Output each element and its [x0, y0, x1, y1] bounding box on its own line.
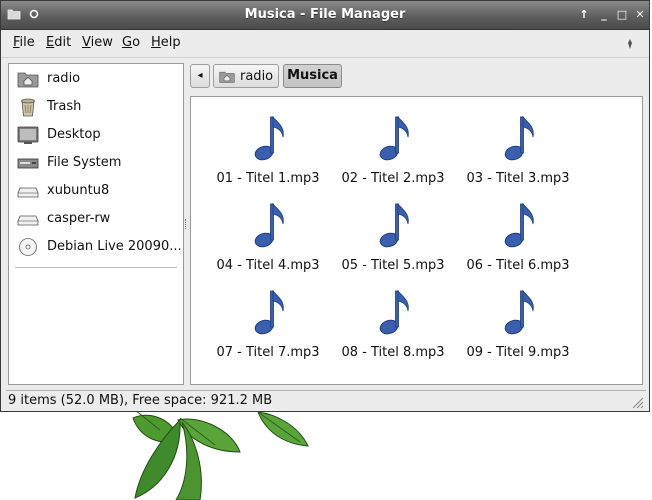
file-item[interactable]: 07 - Titel 7.mp3 — [208, 279, 328, 365]
file-item[interactable]: 02 - Titel 2.mp3 — [333, 105, 453, 191]
title-bar[interactable]: Musica - File Manager ↑ _ □ ✕ — [1, 1, 649, 30]
minimize-button[interactable]: _ — [597, 8, 611, 22]
trash-icon — [21, 98, 35, 117]
sidebar-item-filesystem[interactable]: File System — [9, 150, 183, 176]
leaf-decoration — [132, 409, 309, 500]
audio-file-icon — [504, 115, 534, 161]
file-item[interactable]: 06 - Titel 6.mp3 — [458, 192, 578, 278]
drive-icon — [17, 187, 39, 198]
file-name: 07 - Titel 7.mp3 — [216, 345, 320, 360]
audio-file-icon — [379, 115, 409, 161]
file-item[interactable]: 09 - Titel 9.mp3 — [458, 279, 578, 365]
sidebar-item-xubuntu8[interactable]: xubuntu8 — [9, 178, 183, 204]
sidebar-item-casper-rw[interactable]: casper-rw — [9, 206, 183, 232]
audio-file-icon — [254, 289, 284, 335]
resize-grip-icon[interactable] — [630, 395, 644, 409]
home-folder-icon — [17, 72, 39, 88]
above-button[interactable]: ↑ — [577, 8, 591, 22]
menu-bar: File Edit View Go Help — [1, 30, 649, 58]
maximize-button[interactable]: □ — [615, 8, 629, 22]
menu-go[interactable]: Go — [122, 35, 140, 50]
file-item[interactable]: 08 - Titel 8.mp3 — [333, 279, 453, 365]
file-manager-window: Musica - File Manager ↑ _ □ ✕ File Edit … — [0, 0, 650, 412]
sidebar-item-desktop[interactable]: Desktop — [9, 122, 183, 148]
close-button[interactable]: ✕ — [633, 8, 647, 22]
file-name: 03 - Titel 3.mp3 — [466, 171, 570, 186]
filesystem-icon — [17, 158, 39, 169]
audio-file-icon — [504, 202, 534, 248]
audio-file-icon — [254, 202, 284, 248]
file-item[interactable]: 04 - Titel 4.mp3 — [208, 192, 328, 278]
file-name: 08 - Titel 8.mp3 — [341, 345, 445, 360]
audio-file-icon — [379, 202, 409, 248]
file-name: 09 - Titel 9.mp3 — [466, 345, 570, 360]
desktop-icon — [17, 126, 39, 144]
throbber-icon — [628, 39, 632, 49]
path-button-radio[interactable]: radio — [213, 64, 279, 88]
menu-view[interactable]: View — [82, 35, 113, 50]
sidebar-item-radio[interactable]: radio — [9, 66, 183, 92]
file-item[interactable]: 05 - Titel 5.mp3 — [333, 192, 453, 278]
sidebar-item-debian-live[interactable]: Debian Live 20090... — [9, 234, 183, 260]
status-bar: 9 items (52.0 MB), Free space: 921.2 MB — [6, 390, 646, 411]
file-name: 02 - Titel 2.mp3 — [341, 171, 445, 186]
path-button-musica[interactable]: Musica — [283, 64, 342, 88]
file-icon-view: 01 - Titel 1.mp3 02 - Titel 2.mp3 03 - Tit… — [190, 96, 643, 385]
side-pane: radio Trash Desktop File System xubuntu8… — [8, 63, 184, 385]
file-item[interactable]: 03 - Titel 3.mp3 — [458, 105, 578, 191]
file-name: 06 - Titel 6.mp3 — [466, 258, 570, 273]
file-name: 01 - Titel 1.mp3 — [216, 171, 320, 186]
menu-help[interactable]: Help — [151, 35, 181, 50]
file-item[interactable]: 01 - Titel 1.mp3 — [208, 105, 328, 191]
pane-resize-handle[interactable] — [185, 219, 189, 229]
status-text: 9 items (52.0 MB), Free space: 921.2 MB — [8, 393, 273, 408]
cdrom-icon — [19, 238, 37, 256]
sidebar-separator — [15, 267, 177, 268]
home-folder-icon — [219, 71, 235, 83]
audio-file-icon — [254, 115, 284, 161]
file-name: 04 - Titel 4.mp3 — [216, 258, 320, 273]
sidebar-item-trash[interactable]: Trash — [9, 94, 183, 120]
menu-file[interactable]: File — [13, 35, 35, 50]
drive-icon — [17, 215, 39, 226]
file-name: 05 - Titel 5.mp3 — [341, 258, 445, 273]
menu-edit[interactable]: Edit — [46, 35, 71, 50]
audio-file-icon — [379, 289, 409, 335]
window-title: Musica - File Manager — [244, 7, 406, 22]
path-back-button[interactable]: ◂ — [190, 64, 210, 88]
audio-file-icon — [504, 289, 534, 335]
